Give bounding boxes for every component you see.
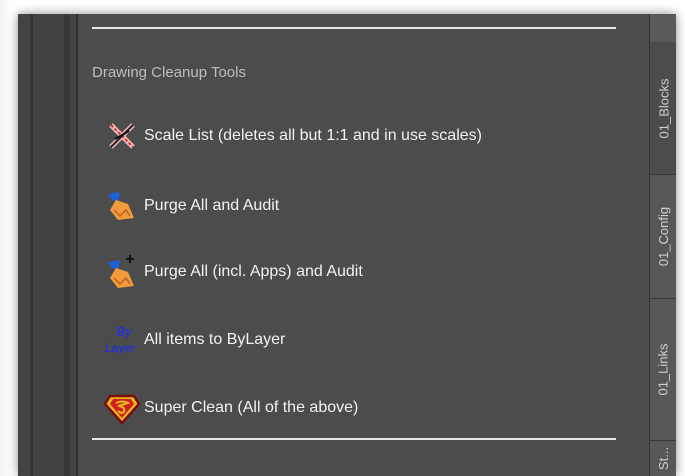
tool-scale-list[interactable]: Scale List (deletes all but 1:1 and in u… bbox=[104, 116, 482, 156]
tool-purge-all-apps-audit[interactable]: Purge All (incl. Apps) and Audit bbox=[104, 252, 363, 292]
tool-label: Super Clean (All of the above) bbox=[144, 399, 359, 416]
tool-label: Purge All and Audit bbox=[144, 197, 280, 214]
grip-divider bbox=[64, 14, 70, 476]
scale-list-delete-icon bbox=[104, 118, 140, 154]
tab-01-blocks[interactable]: 01_Blocks bbox=[650, 42, 676, 175]
grip-divider bbox=[30, 14, 33, 476]
bylayer-icon-text: Layer bbox=[105, 341, 136, 355]
tab-st[interactable]: St... bbox=[650, 441, 676, 476]
tab-label: 01_Blocks bbox=[656, 78, 672, 138]
tab-label: St... bbox=[656, 446, 671, 471]
palette-tab-strip: 01_Blocks 01_Config 01_Links St... bbox=[649, 14, 676, 476]
tab-01-links[interactable]: 01_Links bbox=[650, 299, 676, 441]
superman-icon bbox=[104, 390, 140, 426]
section-title: Drawing Cleanup Tools bbox=[92, 64, 246, 81]
separator bbox=[92, 27, 616, 29]
tool-palette: Drawing Cleanup Tools Scale List (delete… bbox=[18, 14, 676, 476]
tab-01-config[interactable]: 01_Config bbox=[650, 175, 676, 299]
tool-purge-all-audit[interactable]: Purge All and Audit bbox=[104, 186, 279, 226]
bylayer-icon-text: By bbox=[116, 324, 133, 339]
bylayer-icon: By Layer bbox=[104, 322, 140, 358]
tool-super-clean[interactable]: Super Clean (All of the above) bbox=[104, 388, 358, 428]
palette-grip-bar[interactable] bbox=[18, 14, 78, 476]
tool-label: Purge All (incl. Apps) and Audit bbox=[144, 263, 363, 280]
palette-content: Drawing Cleanup Tools Scale List (delete… bbox=[78, 14, 649, 476]
tab-label: 01_Config bbox=[656, 206, 671, 267]
purge-broom-plus-icon bbox=[104, 254, 140, 290]
tool-label: Scale List (deletes all but 1:1 and in u… bbox=[144, 127, 482, 144]
separator bbox=[92, 438, 616, 440]
purge-broom-icon bbox=[104, 188, 140, 224]
tool-all-to-bylayer[interactable]: By Layer All items to ByLayer bbox=[104, 320, 285, 360]
tab-label: 01_Links bbox=[656, 343, 672, 396]
tool-label: All items to ByLayer bbox=[144, 331, 286, 348]
